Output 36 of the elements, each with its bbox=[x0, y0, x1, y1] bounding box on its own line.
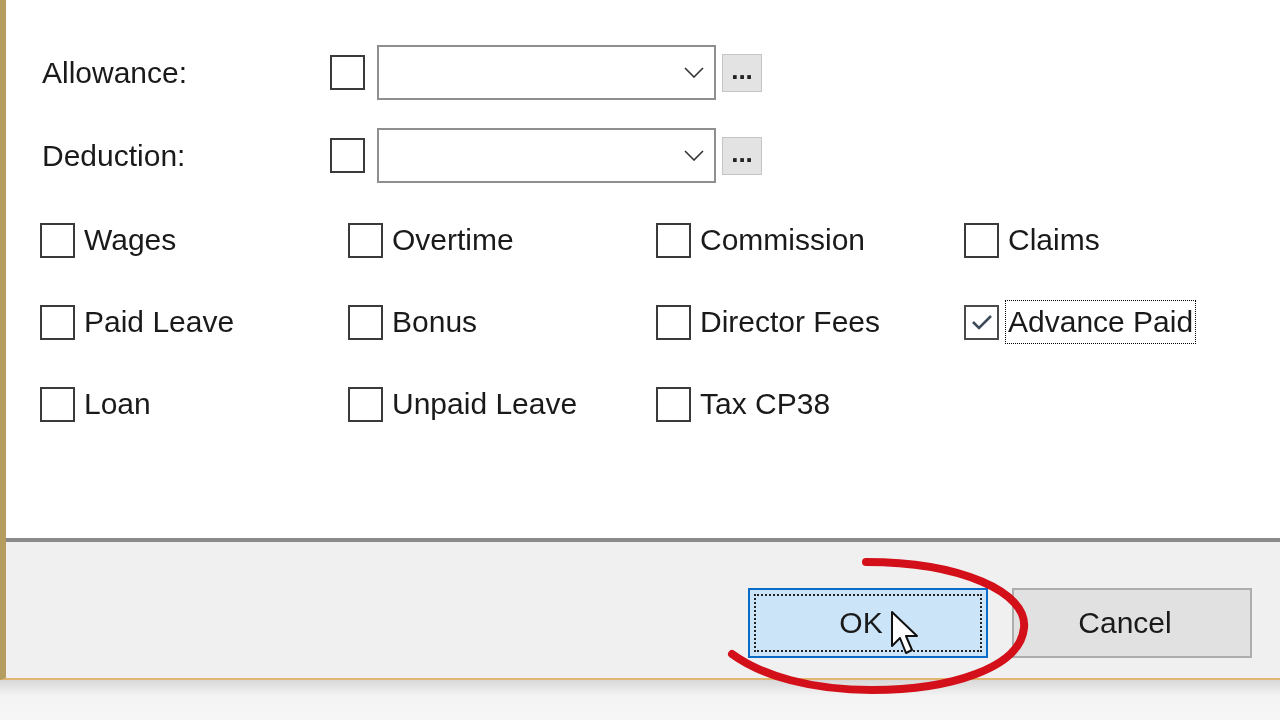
cancel-button[interactable]: Cancel bbox=[1012, 588, 1252, 658]
checkbox[interactable] bbox=[40, 386, 75, 422]
mouse-cursor-icon bbox=[890, 610, 920, 656]
checkbox[interactable] bbox=[964, 222, 999, 258]
chevron-down-icon bbox=[684, 67, 704, 78]
ok-button[interactable]: OK bbox=[748, 588, 988, 658]
option-label[interactable]: Director Fees bbox=[697, 300, 884, 344]
checkbox[interactable] bbox=[348, 386, 383, 422]
dropdown-field[interactable] bbox=[377, 128, 716, 183]
dropdown-field[interactable] bbox=[377, 45, 716, 100]
option-label[interactable]: Overtime bbox=[389, 218, 517, 262]
browse-button[interactable]: ... bbox=[722, 136, 762, 175]
checkbox[interactable] bbox=[330, 138, 365, 173]
option-label[interactable]: Claims bbox=[1005, 218, 1103, 262]
checkbox[interactable] bbox=[656, 304, 691, 340]
option-label[interactable]: Wages bbox=[81, 218, 180, 262]
checkbox[interactable] bbox=[656, 222, 691, 258]
option-label[interactable]: Advance Paid bbox=[1005, 300, 1197, 344]
checkmark-icon bbox=[970, 314, 993, 330]
checkbox[interactable] bbox=[348, 222, 383, 258]
checkbox[interactable] bbox=[348, 304, 383, 340]
browse-button[interactable]: ... bbox=[722, 53, 762, 92]
field-label: Deduction: bbox=[42, 138, 187, 173]
option-label[interactable]: Unpaid Leave bbox=[389, 382, 581, 426]
option-label[interactable]: Bonus bbox=[389, 300, 481, 344]
option-label[interactable]: Paid Leave bbox=[81, 300, 238, 344]
checkbox[interactable] bbox=[656, 386, 691, 422]
checkbox[interactable] bbox=[40, 304, 75, 340]
checkbox[interactable] bbox=[330, 55, 365, 90]
option-label[interactable]: Loan bbox=[81, 382, 154, 426]
checkbox[interactable] bbox=[40, 222, 75, 258]
option-label[interactable]: Commission bbox=[697, 218, 869, 262]
option-label[interactable]: Tax CP38 bbox=[697, 382, 834, 426]
chevron-down-icon bbox=[684, 150, 704, 161]
field-label: Allowance: bbox=[42, 55, 189, 90]
checkbox[interactable] bbox=[964, 304, 999, 340]
